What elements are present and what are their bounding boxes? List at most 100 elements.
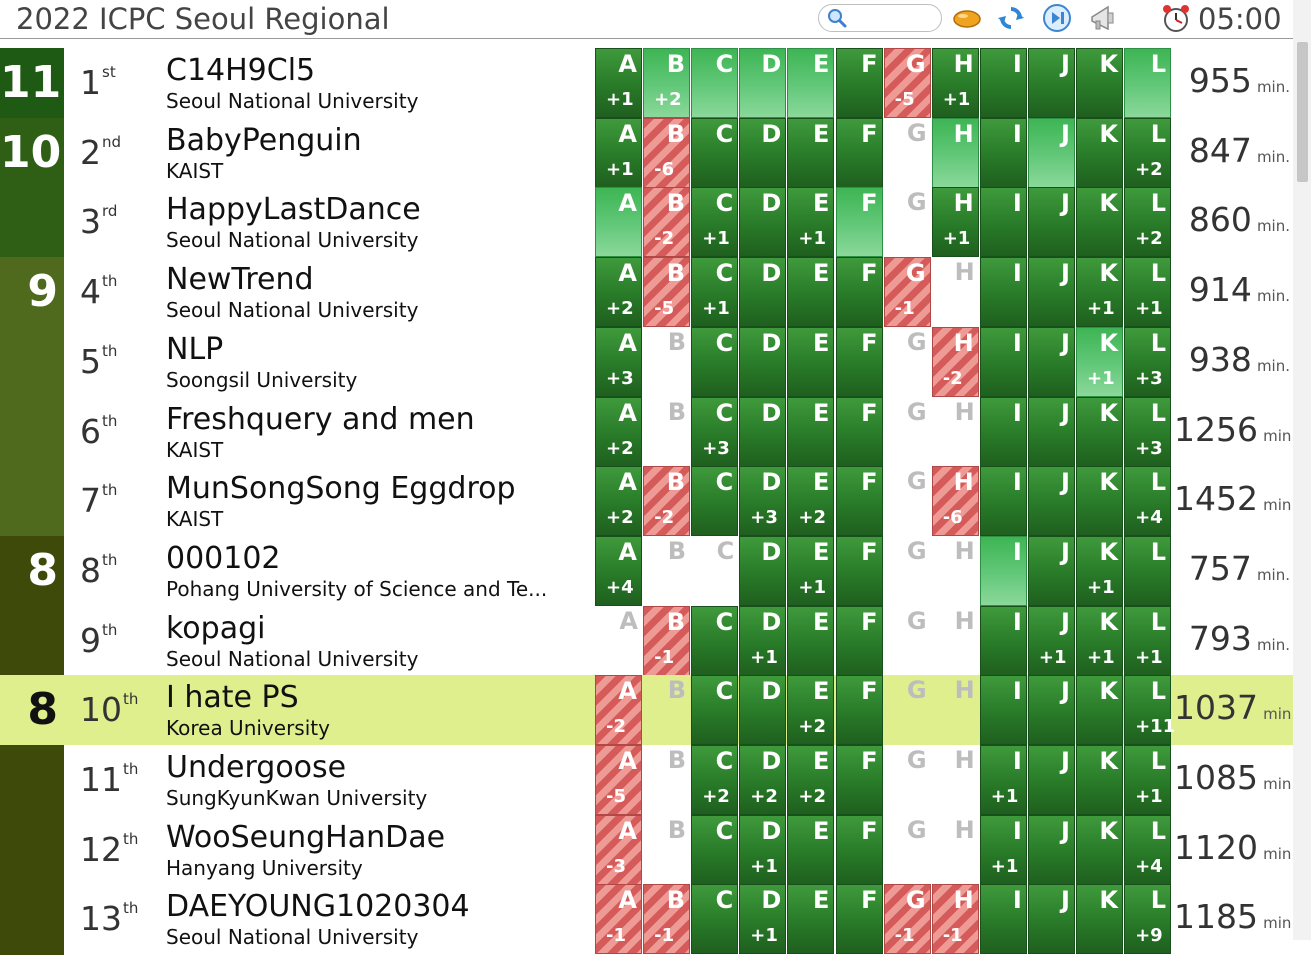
problem-cell-l[interactable]: L +1 xyxy=(1124,745,1172,815)
problem-cell-j[interactable]: J xyxy=(1027,535,1075,606)
problem-cell-k[interactable]: K xyxy=(1076,117,1123,188)
search-box[interactable] xyxy=(818,4,942,32)
problem-cell-k[interactable]: K xyxy=(1076,48,1123,118)
problem-cell-i[interactable]: I xyxy=(979,466,1027,537)
problem-cell-i[interactable]: I xyxy=(979,675,1027,746)
problem-cell-h[interactable]: H +1 xyxy=(931,48,979,118)
problem-cell-l[interactable]: L +3 xyxy=(1124,396,1172,467)
problem-cell-e[interactable]: E xyxy=(787,884,835,955)
problem-cell-g[interactable]: G xyxy=(884,606,931,676)
problem-cell-f[interactable]: F xyxy=(835,466,883,537)
problem-cell-a[interactable]: A -2 xyxy=(595,675,642,746)
problem-cell-g[interactable]: G xyxy=(884,118,931,188)
problem-cell-e[interactable]: E +2 xyxy=(787,466,835,537)
team-row[interactable]: 11 1st C14H9Cl5 Seoul National University A +… xyxy=(0,48,1293,119)
problem-cell-j[interactable]: J xyxy=(1027,745,1075,815)
problem-cell-a[interactable]: A -1 xyxy=(595,884,642,955)
problem-cell-d[interactable]: D xyxy=(739,117,787,188)
problem-cell-h[interactable]: H xyxy=(932,606,979,676)
problem-cell-c[interactable]: C +1 xyxy=(691,187,739,258)
problem-cell-d[interactable]: D xyxy=(739,675,787,746)
problem-cell-d[interactable]: D xyxy=(739,257,787,328)
problem-cell-a[interactable]: A +2 xyxy=(595,466,642,537)
problem-cell-h[interactable]: H xyxy=(931,117,979,188)
problem-cell-d[interactable]: D xyxy=(739,326,787,397)
problem-cell-c[interactable]: C xyxy=(691,605,739,676)
team-name[interactable]: Freshquery and men xyxy=(166,404,475,435)
problem-cell-e[interactable]: E xyxy=(787,605,835,676)
problem-cell-d[interactable]: D +2 xyxy=(739,745,787,815)
team-row[interactable]: 13th DAEYOUNG1020304 Seoul National Univer… xyxy=(0,884,1296,955)
problem-cell-a[interactable]: A xyxy=(595,606,642,676)
problem-cell-g[interactable]: G -1 xyxy=(883,257,931,328)
problem-cell-j[interactable]: J +1 xyxy=(1027,605,1075,676)
problem-cell-h[interactable]: H -6 xyxy=(931,466,979,537)
problem-cell-a[interactable]: A -5 xyxy=(595,745,642,815)
problem-cell-l[interactable]: L +1 xyxy=(1124,605,1172,676)
problem-cell-g[interactable]: G xyxy=(884,745,931,815)
problem-cell-f[interactable]: F xyxy=(835,257,883,328)
problem-cell-k[interactable]: K +1 xyxy=(1076,326,1123,397)
problem-cell-e[interactable]: E xyxy=(787,257,835,328)
problem-cell-e[interactable]: E +1 xyxy=(787,535,835,606)
problem-cell-f[interactable]: F xyxy=(835,745,883,815)
team-name[interactable]: HappyLastDance xyxy=(166,195,421,225)
problem-cell-c[interactable]: C xyxy=(691,117,739,188)
problem-cell-j[interactable]: J xyxy=(1027,257,1075,328)
problem-cell-g[interactable]: G xyxy=(884,675,931,745)
problem-cell-d[interactable]: D +1 xyxy=(739,605,787,676)
problem-cell-g[interactable]: G xyxy=(884,536,931,606)
problem-cell-j[interactable]: J xyxy=(1027,675,1075,746)
problem-cell-b[interactable]: B xyxy=(643,327,690,397)
problem-cell-k[interactable]: K +1 xyxy=(1076,535,1123,606)
problem-cell-a[interactable]: A +1 xyxy=(595,48,642,118)
problem-cell-e[interactable]: E +1 xyxy=(787,187,835,258)
problem-cell-l[interactable]: L +3 xyxy=(1124,326,1172,397)
problem-cell-l[interactable]: L +4 xyxy=(1124,466,1172,537)
balloon-icon[interactable] xyxy=(952,3,982,33)
problem-cell-h[interactable]: H -2 xyxy=(931,326,979,397)
problem-cell-f[interactable]: F xyxy=(835,48,883,118)
problem-cell-k[interactable]: K xyxy=(1076,675,1123,746)
problem-cell-i[interactable]: I xyxy=(979,48,1027,118)
problem-cell-c[interactable]: C xyxy=(691,326,739,397)
problem-cell-l[interactable]: L xyxy=(1124,535,1172,606)
problem-cell-g[interactable]: G -5 xyxy=(883,48,931,118)
team-name[interactable]: C14H9Cl5 xyxy=(166,56,315,86)
problem-cell-e[interactable]: E +2 xyxy=(787,745,835,815)
problem-cell-c[interactable]: C xyxy=(691,884,739,955)
problem-cell-k[interactable]: K +1 xyxy=(1076,257,1123,328)
problem-cell-j[interactable]: J xyxy=(1027,396,1075,467)
problem-cell-h[interactable]: H xyxy=(932,815,979,885)
problem-cell-f[interactable]: F xyxy=(835,605,883,676)
problem-cell-l[interactable]: L +2 xyxy=(1124,187,1172,258)
problem-cell-c[interactable]: C xyxy=(691,536,738,606)
problem-cell-f[interactable]: F xyxy=(835,814,883,885)
problem-cell-d[interactable]: D +1 xyxy=(739,814,787,885)
problem-cell-e[interactable]: E xyxy=(787,814,835,885)
problem-cell-i[interactable]: I +1 xyxy=(979,745,1027,815)
team-name[interactable]: kopagi xyxy=(166,613,265,644)
problem-cell-b[interactable]: B xyxy=(643,675,690,745)
problem-cell-a[interactable]: A +3 xyxy=(595,326,642,397)
problem-cell-h[interactable]: H +1 xyxy=(931,187,979,258)
problem-cell-b[interactable]: B -2 xyxy=(643,466,691,537)
team-row[interactable]: 9th kopagi Seoul National University A B -1 C D… xyxy=(0,605,1293,677)
problem-cell-g[interactable]: G xyxy=(884,466,931,536)
problem-cell-b[interactable]: B xyxy=(643,397,690,467)
team-row[interactable]: 5th NLP Soongsil University A +3 B C D E F G H -2 I J K… xyxy=(0,326,1293,398)
problem-cell-d[interactable]: D xyxy=(739,396,787,467)
team-name[interactable]: I hate PS xyxy=(166,683,299,713)
problem-cell-c[interactable]: C +2 xyxy=(691,745,739,815)
problem-cell-a[interactable]: A +1 xyxy=(595,117,642,188)
team-name[interactable]: MunSongSong Eggdrop xyxy=(166,474,516,504)
team-row[interactable]: 8 10th I hate PS Korea University A -2 B C D E +2 F… xyxy=(0,675,1296,746)
problem-cell-g[interactable]: G xyxy=(884,815,931,885)
problem-cell-j[interactable]: J xyxy=(1027,466,1075,537)
problem-cell-c[interactable]: C xyxy=(691,675,739,746)
problem-cell-f[interactable]: F xyxy=(835,535,883,606)
problem-cell-d[interactable]: D xyxy=(739,187,787,258)
problem-cell-a[interactable]: A +2 xyxy=(595,257,642,328)
problem-cell-b[interactable]: B xyxy=(643,536,690,606)
problem-cell-k[interactable]: K xyxy=(1076,466,1123,537)
